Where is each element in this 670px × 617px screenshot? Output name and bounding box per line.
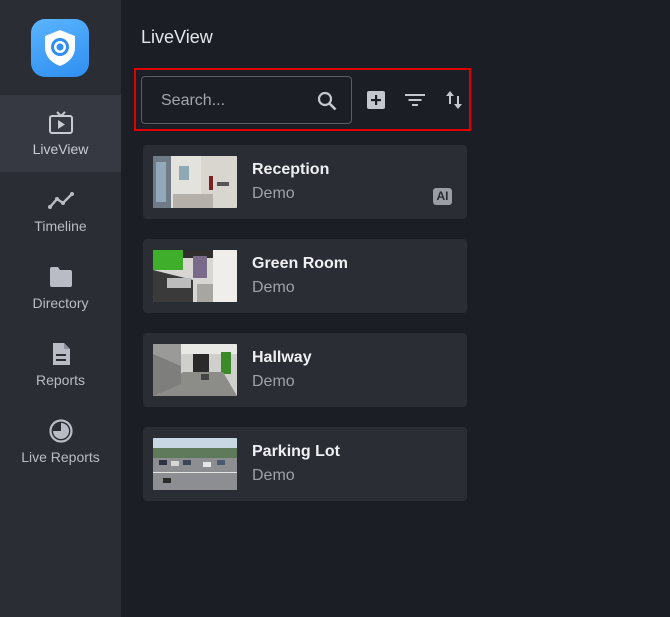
sort-button[interactable] — [443, 89, 465, 111]
camera-name: Hallway — [252, 349, 312, 366]
sort-icon — [446, 91, 462, 109]
app-logo[interactable] — [31, 19, 89, 77]
camera-location: Demo — [252, 279, 295, 296]
sidebar-item-label: Reports — [35, 372, 86, 388]
clock-pie-icon — [48, 418, 74, 444]
camera-name: Parking Lot — [252, 443, 341, 460]
camera-thumbnail — [153, 250, 237, 302]
filter-button[interactable] — [404, 89, 426, 111]
sidebar-item-label: LiveView — [32, 141, 89, 157]
shield-camera-icon — [45, 30, 75, 66]
add-camera-button[interactable] — [365, 89, 387, 111]
sidebar-item-live-reports[interactable]: Live Reports — [0, 403, 121, 480]
camera-card-hallway[interactable]: Hallway Demo — [143, 333, 467, 407]
document-icon — [48, 341, 74, 367]
camera-location: Demo — [252, 185, 295, 202]
camera-thumbnail — [153, 344, 237, 396]
search-icon[interactable] — [317, 91, 337, 111]
camera-card-reception[interactable]: Reception Demo AI — [143, 145, 467, 219]
tv-play-icon — [48, 110, 74, 136]
search-field[interactable] — [141, 76, 352, 124]
camera-name: Green Room — [252, 255, 349, 272]
sidebar-item-label: Directory — [32, 295, 89, 311]
timeline-icon — [47, 187, 74, 213]
add-box-icon — [367, 91, 385, 109]
search-input[interactable] — [161, 89, 311, 113]
ai-badge: AI — [433, 188, 452, 205]
camera-card-parking-lot[interactable]: Parking Lot Demo — [143, 427, 467, 501]
page-title: LiveView — [141, 27, 213, 47]
sidebar-item-reports[interactable]: Reports — [0, 326, 121, 403]
camera-name: Reception — [252, 161, 330, 178]
folder-icon — [48, 264, 74, 290]
sidebar-item-directory[interactable]: Directory — [0, 249, 121, 326]
filter-icon — [405, 94, 425, 106]
camera-location: Demo — [252, 467, 295, 484]
camera-thumbnail — [153, 156, 237, 208]
camera-location: Demo — [252, 373, 295, 390]
sidebar-item-timeline[interactable]: Timeline — [0, 172, 121, 249]
sidebar-item-label: Live Reports — [21, 449, 100, 465]
camera-card-green-room[interactable]: Green Room Demo — [143, 239, 467, 313]
sidebar: LiveView Timeline Directory Reports Live… — [0, 0, 121, 617]
camera-thumbnail — [153, 438, 237, 490]
sidebar-item-liveview[interactable]: LiveView — [0, 95, 121, 172]
sidebar-item-label: Timeline — [34, 218, 87, 234]
